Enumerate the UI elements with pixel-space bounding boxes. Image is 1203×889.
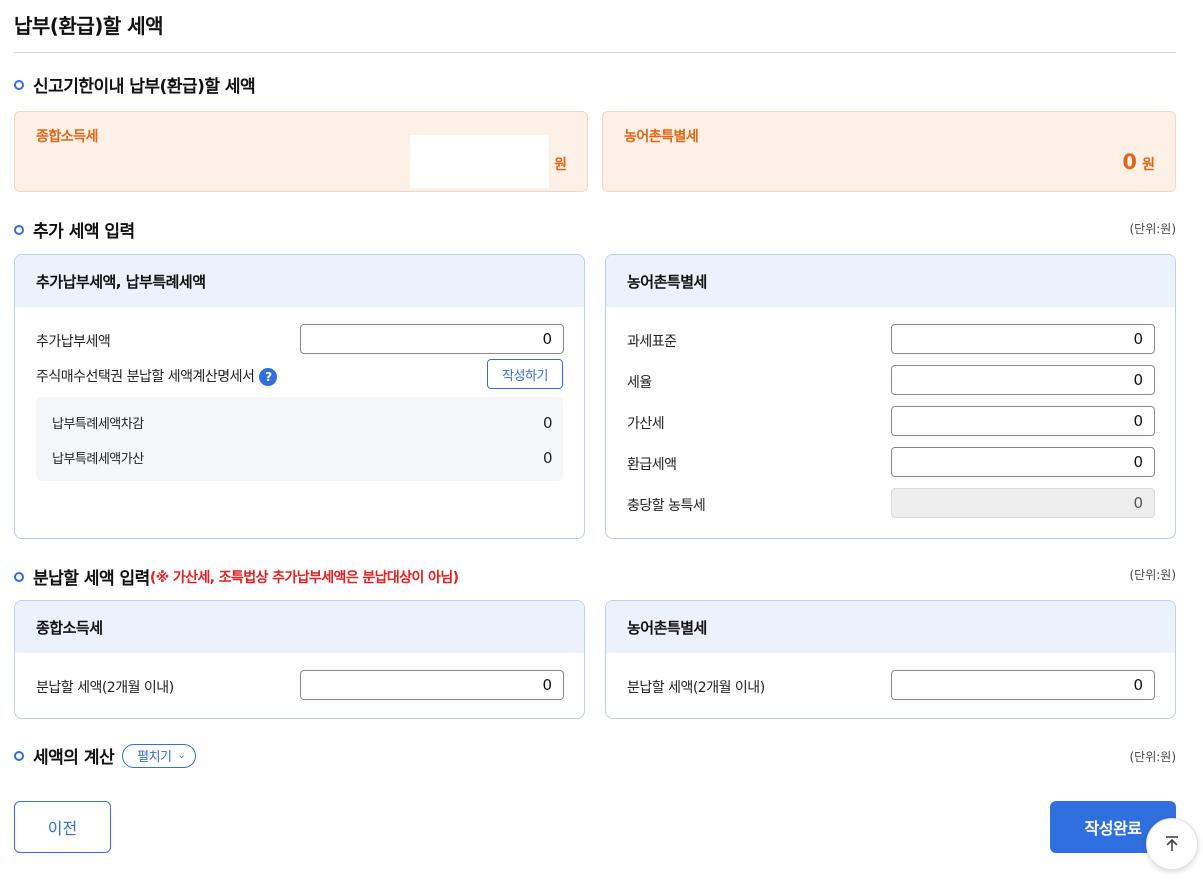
section-deadline-title: 신고기한이내 납부(환급)할 세액 [33, 77, 256, 97]
offset-tax-label: 충당할 농특세 [627, 498, 706, 514]
unit-label: (단위:원) [1129, 750, 1176, 764]
offset-tax-input [891, 488, 1155, 518]
section-bullet-icon [14, 750, 24, 761]
addition-label: 납부특례세액가산 [52, 452, 144, 467]
expand-button[interactable]: 펼치기 ⌄ [122, 743, 197, 768]
summary-rural-won: 원 [1142, 157, 1155, 173]
scroll-top-button[interactable] [1146, 818, 1198, 870]
rural-tax-panel: 농어촌특별세 과세표준 세율 가산세 환급세액 충당할 농특세 [605, 254, 1176, 539]
refund-tax-input[interactable] [891, 447, 1155, 477]
stock-option-row: 주식매수선택권 분납할 세액계산명세서? [36, 366, 278, 386]
extra-tax-label: 추가납부세액 [36, 334, 111, 350]
arrow-up-icon [1166, 836, 1178, 851]
section-bullet-icon [14, 79, 24, 90]
special-tax-box: 납부특례세액차감 0 납부특례세액가산 0 [36, 397, 563, 481]
refund-tax-label: 환급세액 [627, 457, 677, 473]
penalty-tax-label: 가산세 [627, 416, 665, 432]
summary-income-label: 종합소득세 [36, 129, 98, 145]
tax-rate-label: 세율 [627, 375, 652, 391]
title-divider [14, 52, 1176, 53]
installment-rural-input[interactable] [891, 670, 1155, 700]
summary-rural-amount: 0 [1122, 150, 1137, 174]
stock-option-label: 주식매수선택권 분납할 세액계산명세서 [36, 369, 255, 385]
section-deadline-header: 신고기한이내 납부(환급)할 세액 [14, 72, 256, 97]
section-installment-title: 분납할 세액 입력 [33, 569, 150, 589]
summary-income-amount-redacted [410, 135, 549, 188]
penalty-tax-input[interactable] [891, 406, 1155, 436]
chevron-down-icon: ⌄ [177, 750, 186, 761]
section-bullet-icon [14, 571, 24, 582]
summary-income-box: 종합소득세 원 [14, 111, 588, 192]
section-installment-header: 분납할 세액 입력 (※ 가산세, 조특법상 추가납부세액은 분납대상이 아님) [14, 564, 459, 589]
addition-value: 0 [542, 448, 553, 467]
deduction-value: 0 [542, 413, 553, 432]
section-bullet-icon [14, 224, 24, 235]
installment-rural-title: 농어촌특별세 [606, 601, 1175, 653]
section-additional-title: 추가 세액 입력 [33, 222, 135, 242]
deduction-row: 납부특례세액차감 0 [52, 413, 553, 433]
summary-rural-box: 농어촌특별세 0 원 [602, 111, 1176, 192]
installment-income-panel: 종합소득세 분납할 세액(2개월 이내) [14, 600, 585, 719]
installment-warning: (※ 가산세, 조특법상 추가납부세액은 분납대상이 아님) [149, 569, 459, 586]
additional-tax-panel-title: 추가납부세액, 납부특례세액 [15, 255, 584, 307]
addition-row: 납부특례세액가산 0 [52, 448, 553, 468]
prev-button[interactable]: 이전 [14, 801, 111, 853]
expand-label: 펼치기 [137, 750, 172, 765]
section-calc-header: 세액의 계산 펼치기 ⌄ [14, 743, 197, 768]
write-statement-button[interactable]: 작성하기 [487, 359, 563, 389]
summary-rural-label: 농어촌특별세 [624, 129, 699, 145]
tax-rate-input[interactable] [891, 365, 1155, 395]
help-icon[interactable]: ? [259, 368, 278, 386]
installment-income-input[interactable] [300, 670, 564, 700]
installment-rural-panel: 농어촌특별세 분납할 세액(2개월 이내) [605, 600, 1176, 719]
tax-base-label: 과세표준 [627, 334, 677, 350]
extra-tax-input[interactable] [300, 324, 564, 354]
page-title: 납부(환급)할 세액 [14, 14, 164, 38]
installment-income-label: 분납할 세액(2개월 이내) [36, 680, 174, 696]
installment-income-title: 종합소득세 [15, 601, 584, 653]
section-additional-header: 추가 세액 입력 [14, 217, 135, 242]
tax-base-input[interactable] [891, 324, 1155, 354]
additional-tax-panel: 추가납부세액, 납부특례세액 추가납부세액 주식매수선택권 분납할 세액계산명세… [14, 254, 585, 539]
rural-tax-panel-title: 농어촌특별세 [606, 255, 1175, 307]
deduction-label: 납부특례세액차감 [52, 417, 144, 432]
section-calc-title: 세액의 계산 [33, 748, 115, 768]
installment-rural-label: 분납할 세액(2개월 이내) [627, 680, 765, 696]
summary-income-won: 원 [554, 157, 567, 173]
unit-label: (단위:원) [1129, 222, 1176, 236]
unit-label: (단위:원) [1129, 568, 1176, 582]
